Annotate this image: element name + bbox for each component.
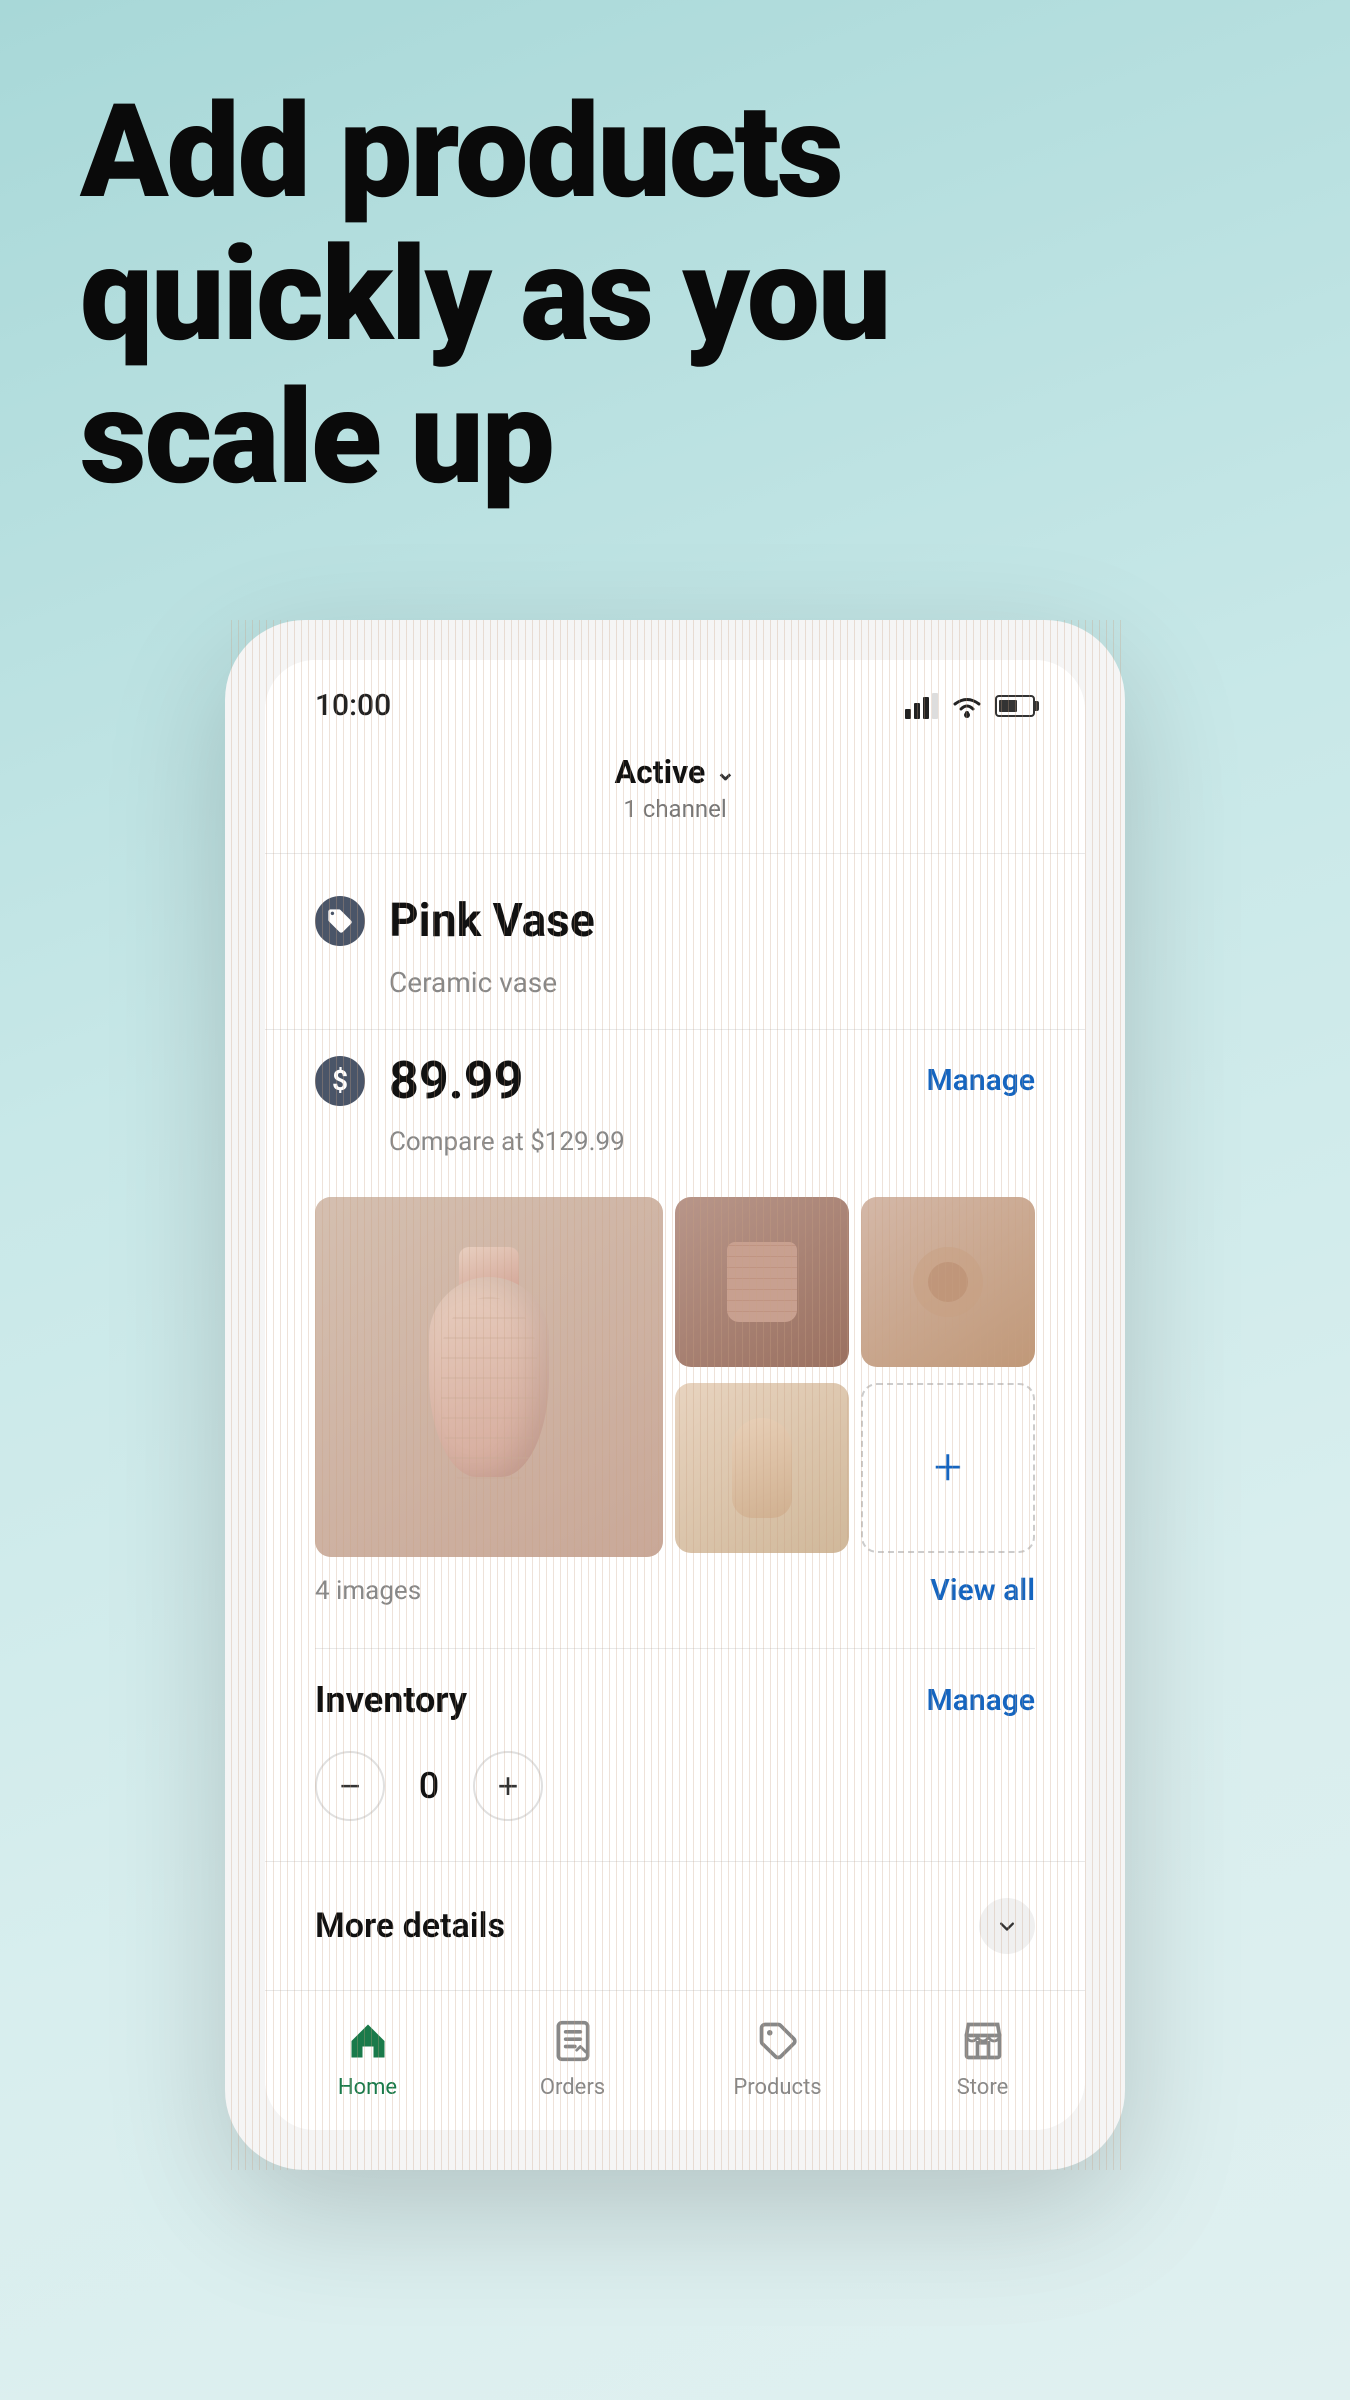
product-content: Pink Vase Ceramic vase $ 89.99 Manage Co… — [265, 854, 1085, 1861]
headline: Add products quickly as you scale up — [80, 80, 1270, 509]
image-thumb-3[interactable] — [675, 1383, 849, 1553]
headline-text: Add products quickly as you scale up — [80, 80, 1270, 509]
phone-mockup: 10:00 — [225, 620, 1125, 2170]
images-section: + 4 images View all — [315, 1187, 1035, 1648]
phone-frame: 10:00 — [225, 620, 1125, 2170]
images-grid: + — [315, 1197, 1035, 1557]
phone-screen: 10:00 — [265, 660, 1085, 2130]
